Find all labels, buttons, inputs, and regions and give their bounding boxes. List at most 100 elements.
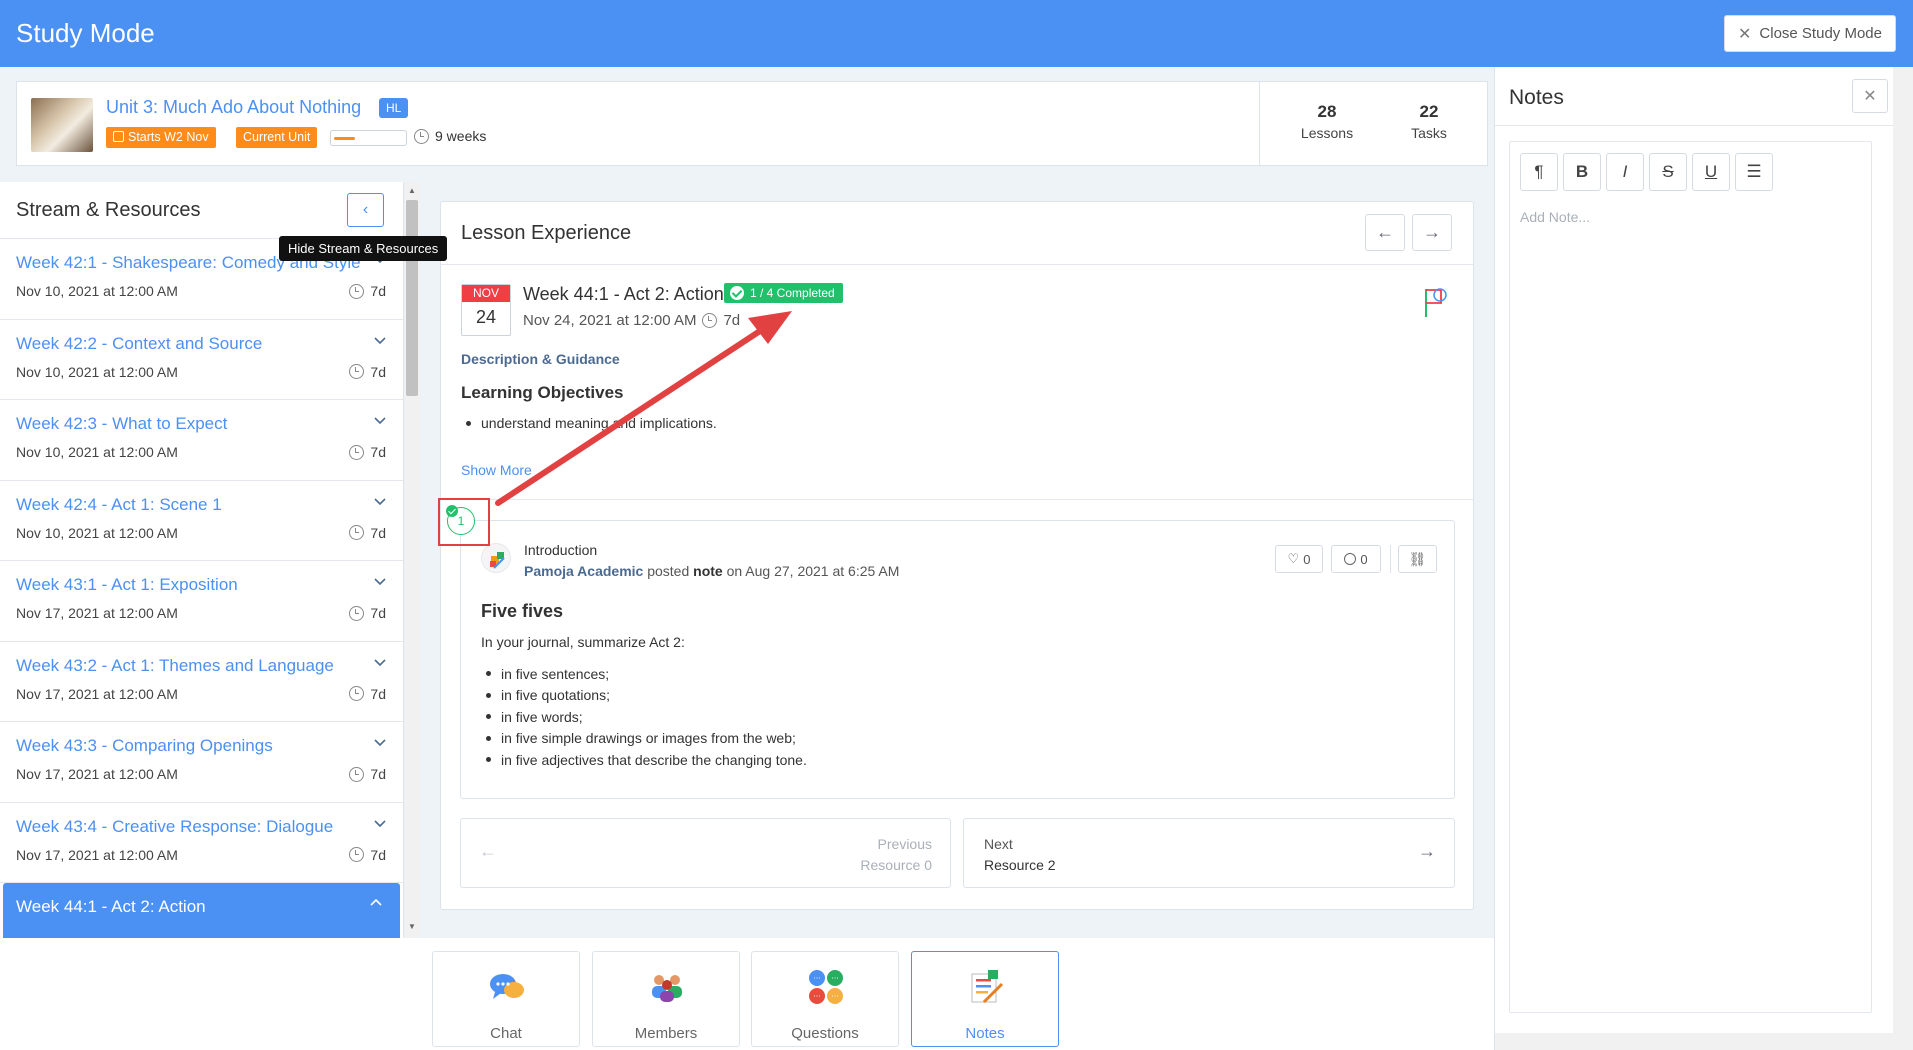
close-notes-button[interactable]: ✕ bbox=[1852, 79, 1888, 113]
bullet bbox=[486, 692, 491, 698]
strikethrough-button[interactable]: S bbox=[1649, 153, 1687, 191]
tasks-count: 22 bbox=[1419, 102, 1439, 121]
tab-questions[interactable]: ··· ··· ··· ··· Questions bbox=[751, 951, 899, 1047]
tab-chat[interactable]: Chat bbox=[432, 951, 580, 1047]
chevron-down-icon[interactable] bbox=[374, 414, 386, 426]
stream-item-duration-label: 7d bbox=[370, 283, 386, 299]
post-intro: In your journal, summarize Act 2: bbox=[481, 634, 685, 650]
stream-item-title[interactable]: Week 43:4 - Creative Response: Dialogue bbox=[16, 817, 333, 837]
stream-item-title[interactable]: Week 43:2 - Act 1: Themes and Language bbox=[16, 656, 334, 676]
stream-item-title[interactable]: Week 43:1 - Act 1: Exposition bbox=[16, 575, 238, 595]
stream-item-title[interactable]: Week 42:3 - What to Expect bbox=[16, 414, 227, 434]
post-when: on Aug 27, 2021 at 6:25 AM bbox=[726, 563, 900, 579]
questions-icon: ··· ··· ··· ··· bbox=[809, 970, 843, 1004]
stream-scrollbar-thumb[interactable] bbox=[406, 200, 418, 396]
chevron-down-icon[interactable] bbox=[374, 495, 386, 507]
comment-button[interactable]: 0 bbox=[1331, 545, 1381, 573]
notes-panel: Notes ✕ ¶ B I S U ☰ bbox=[1494, 67, 1913, 1050]
next-resource-button[interactable]: Next Resource 2 → bbox=[963, 818, 1455, 888]
svg-text:···: ··· bbox=[831, 974, 839, 983]
bullet bbox=[486, 735, 491, 741]
stream-item-duration: 7d bbox=[349, 364, 386, 380]
stream-item-duration: 7d bbox=[349, 686, 386, 702]
chevron-down-icon[interactable] bbox=[374, 334, 386, 346]
stream-item-title[interactable]: Week 43:3 - Comparing Openings bbox=[16, 736, 273, 756]
svg-text:···: ··· bbox=[831, 992, 839, 1001]
arrow-left-icon: ← bbox=[479, 841, 497, 861]
tab-members[interactable]: Members bbox=[592, 951, 740, 1047]
list-item-text: in five simple drawings or images from t… bbox=[501, 730, 796, 747]
stream-item-date: Nov 17, 2021 at 12:00 AM bbox=[16, 846, 178, 863]
stream-item[interactable]: Week 43:2 - Act 1: Themes and Language No… bbox=[0, 642, 403, 722]
chevron-left-icon: ‹ bbox=[362, 201, 369, 218]
members-icon bbox=[652, 975, 682, 1002]
arrow-left-icon: ← bbox=[1376, 222, 1394, 242]
bookmark-flag-icon[interactable] bbox=[1421, 286, 1449, 320]
stream-item[interactable]: Week 43:3 - Comparing Openings Nov 17, 20… bbox=[0, 722, 403, 803]
show-more-link[interactable]: Show More bbox=[461, 462, 532, 478]
post-meta: Pamoja Academic posted note on Aug 27, 2… bbox=[524, 563, 899, 579]
unit-title-link[interactable]: Unit 3: Much Ado About Nothing bbox=[106, 97, 361, 118]
tab-notes[interactable]: Notes bbox=[911, 951, 1059, 1047]
stream-item[interactable]: Week 42:4 - Act 1: Scene 1 Nov 10, 2021 a… bbox=[0, 481, 403, 561]
completion-label: 1 / 4 Completed bbox=[750, 286, 835, 300]
like-button[interactable]: ♡ 0 bbox=[1275, 545, 1323, 573]
stream-item-duration-label: 7d bbox=[370, 846, 386, 863]
post-posted-word: posted bbox=[647, 563, 690, 579]
stream-item-duration: 7d bbox=[349, 605, 386, 621]
stream-item[interactable]: Week 43:1 - Act 1: Exposition Nov 17, 202… bbox=[0, 561, 403, 642]
tab-chat-label: Chat bbox=[490, 1025, 522, 1042]
stream-item-duration-label: 7d bbox=[370, 524, 386, 541]
stream-item-title[interactable]: Week 42:2 - Context and Source bbox=[16, 334, 262, 354]
tasks-label: Tasks bbox=[1411, 125, 1447, 141]
completion-badge: 1 / 4 Completed bbox=[724, 283, 843, 303]
bold-button[interactable]: B bbox=[1563, 153, 1601, 191]
underline-button[interactable]: U bbox=[1692, 153, 1730, 191]
chevron-up-icon[interactable] bbox=[370, 897, 382, 909]
section-divider bbox=[441, 499, 1473, 500]
stream-item-title[interactable]: Week 44:1 - Act 2: Action bbox=[16, 897, 206, 917]
post-author[interactable]: Pamoja Academic bbox=[524, 563, 643, 579]
stream-item[interactable]: Week 44:1 - Act 2: Action bbox=[3, 883, 400, 938]
lesson-header: Lesson Experience ← → bbox=[441, 202, 1473, 265]
previous-lesson-button[interactable]: ← bbox=[1365, 214, 1405, 251]
previous-resource-button[interactable]: ← Previous Resource 0 bbox=[460, 818, 951, 888]
notes-horizontal-scrollbar[interactable] bbox=[1495, 1033, 1893, 1050]
scroll-up-arrow[interactable]: ▲ bbox=[406, 186, 418, 198]
stream-item-duration: 7d bbox=[349, 283, 386, 299]
italic-button[interactable]: I bbox=[1606, 153, 1644, 191]
stream-item-duration: 7d bbox=[349, 525, 386, 541]
calendar-icon bbox=[113, 131, 124, 142]
hide-stream-button[interactable]: ‹ bbox=[347, 193, 384, 227]
previous-label: Previous bbox=[877, 836, 932, 852]
stream-item[interactable]: Week 42:2 - Context and Source Nov 10, 20… bbox=[0, 320, 403, 400]
next-lesson-button[interactable]: → bbox=[1412, 214, 1452, 251]
stream-item[interactable]: Week 42:3 - What to Expect Nov 10, 2021 a… bbox=[0, 400, 403, 481]
unit-progress-fill bbox=[334, 137, 355, 140]
chevron-down-icon[interactable] bbox=[374, 736, 386, 748]
notes-icon bbox=[971, 970, 1004, 1004]
learning-objective-item: understand meaning and implications. bbox=[461, 415, 717, 431]
lessons-stat: 28 Lessons bbox=[1277, 102, 1377, 141]
learning-objective-text: understand meaning and implications. bbox=[481, 415, 717, 431]
scroll-down-arrow[interactable]: ▼ bbox=[406, 922, 418, 934]
stream-item-title[interactable]: Week 42:4 - Act 1: Scene 1 bbox=[16, 495, 222, 515]
author-avatar bbox=[481, 543, 511, 573]
chevron-down-icon[interactable] bbox=[374, 817, 386, 829]
bold-icon: B bbox=[1575, 162, 1589, 181]
description-guidance-title: Description & Guidance bbox=[461, 351, 620, 367]
notes-scrollbar[interactable] bbox=[1893, 67, 1913, 1050]
stream-item[interactable]: Week 43:4 - Creative Response: Dialogue N… bbox=[0, 803, 403, 883]
stream-item-date: Nov 17, 2021 at 12:00 AM bbox=[16, 685, 178, 702]
list-button[interactable]: ☰ bbox=[1735, 153, 1773, 191]
stream-item-duration: 7d bbox=[349, 444, 386, 460]
clock-icon bbox=[349, 364, 365, 379]
close-study-mode-button[interactable]: ✕ Close Study Mode bbox=[1724, 15, 1896, 52]
add-note-input[interactable] bbox=[1520, 202, 1860, 232]
chevron-down-icon[interactable] bbox=[374, 656, 386, 668]
paragraph-button[interactable]: ¶ bbox=[1520, 153, 1558, 191]
lesson-calendar-badge: NOV 24 bbox=[461, 284, 511, 336]
action-separator bbox=[1390, 545, 1391, 573]
copy-link-button[interactable]: ⛓ bbox=[1398, 545, 1437, 573]
chevron-down-icon[interactable] bbox=[374, 575, 386, 587]
